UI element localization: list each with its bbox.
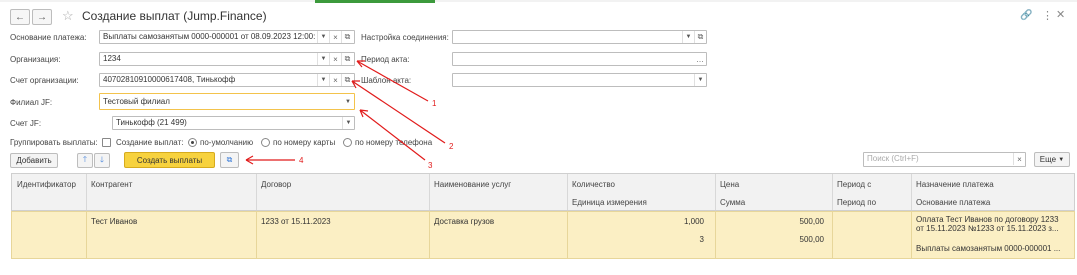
arrowhead-2 (351, 80, 360, 89)
annotation-2: 2 (449, 142, 454, 151)
annotation-1: 1 (432, 99, 437, 108)
arrowhead-1 (356, 60, 365, 68)
annotation-3: 3 (428, 161, 433, 170)
annotation-arrows (245, 60, 446, 165)
annotation-4: 4 (299, 156, 304, 165)
arrow-3 (359, 109, 426, 161)
arrow-1 (356, 60, 429, 102)
arrow-2 (351, 80, 446, 144)
